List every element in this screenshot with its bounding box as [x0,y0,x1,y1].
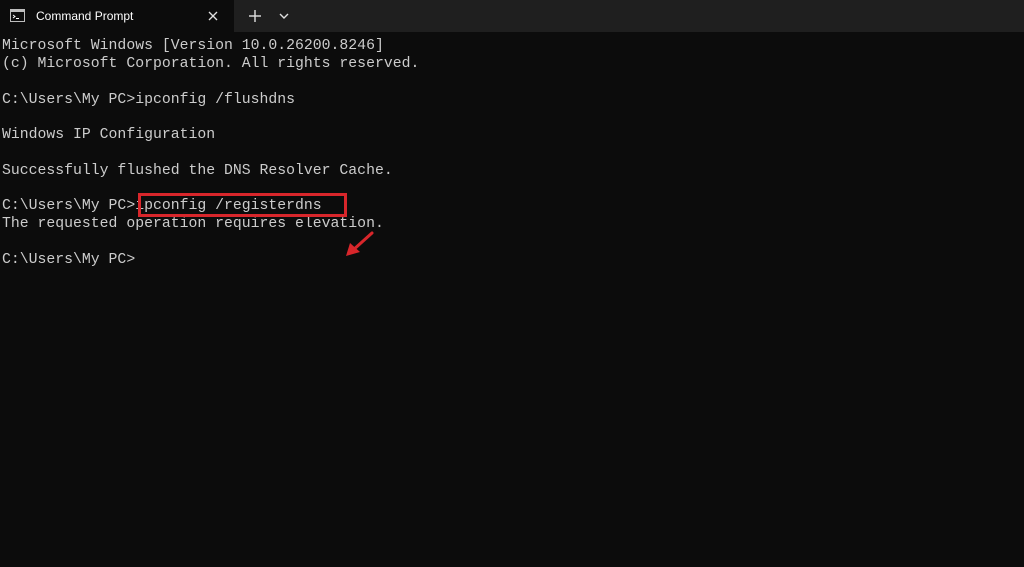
cmd-icon [10,9,25,22]
console-line: C:\Users\My PC>ipconfig /flushdns [2,92,296,108]
terminal-window: Command Prompt Microsoft Windows [Versio… [0,0,1024,567]
plus-icon[interactable] [246,7,264,25]
console-output[interactable]: Microsoft Windows [Version 10.0.26200.82… [0,32,1024,567]
console-line: Microsoft Windows [Version 10.0.26200.82… [2,38,384,54]
console-line: (c) Microsoft Corporation. All rights re… [2,56,420,72]
close-icon[interactable] [206,9,220,23]
console-line: The requested operation requires elevati… [2,216,384,232]
console-line: C:\Users\My PC>ipconfig /registerdns [2,198,322,214]
chevron-down-icon[interactable] [276,8,292,24]
tab-command-prompt[interactable]: Command Prompt [0,0,234,32]
console-line: Successfully flushed the DNS Resolver Ca… [2,163,393,179]
tab-title: Command Prompt [36,9,134,23]
title-bar: Command Prompt [0,0,1024,32]
console-line: Windows IP Configuration [2,127,216,143]
prompt-line: C:\Users\My PC> [2,252,136,268]
